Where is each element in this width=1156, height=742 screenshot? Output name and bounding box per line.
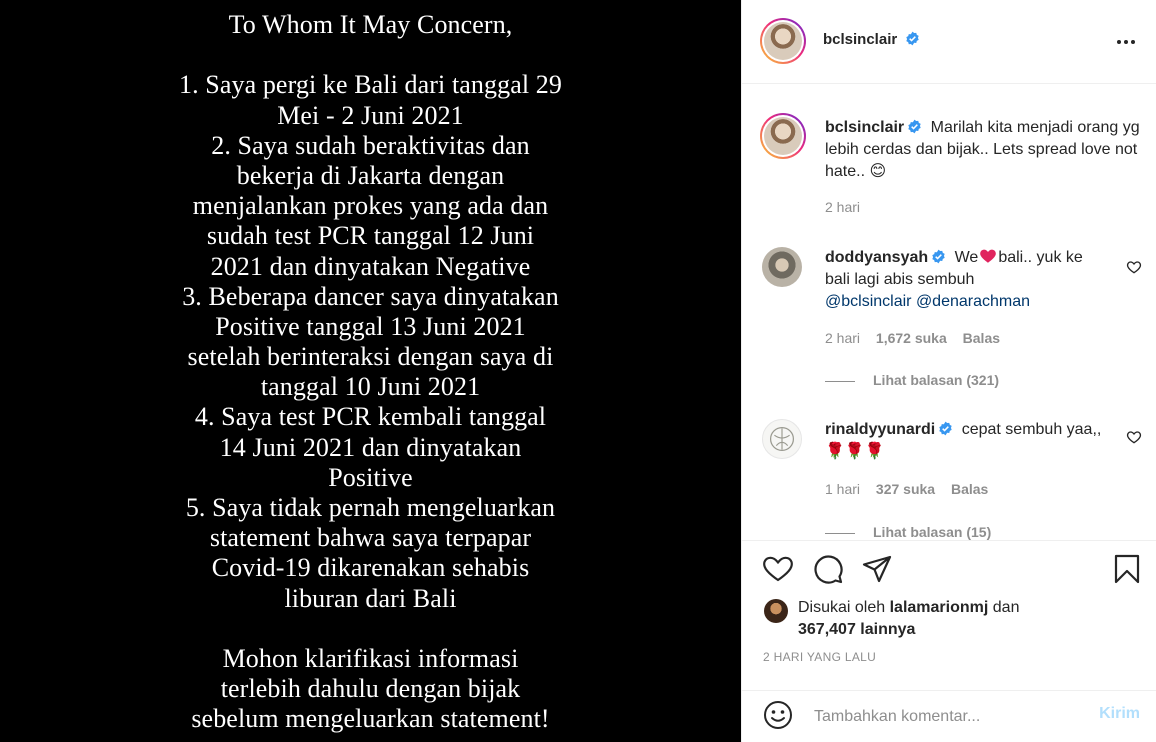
author-avatar[interactable]: [760, 18, 806, 64]
comment-meta: 1 hari 327 suka Balas: [825, 481, 1000, 497]
emoji-smiley-icon[interactable]: [762, 699, 794, 731]
post-image-text-line: Positive: [328, 462, 413, 492]
comments-list[interactable]: bclsinclair Marilah kita menjadi orang y…: [742, 85, 1156, 540]
comment-avatar[interactable]: [762, 247, 802, 287]
post-image-text-line: 2021 dan dinyatakan Negative: [210, 251, 531, 281]
post-image-text-line: [0, 40, 741, 70]
verified-badge-icon: [905, 31, 919, 46]
likes-summary: Disukai oleh lalamarionmj dan 367,407 la…: [798, 597, 1019, 641]
post-image-text-line: 14 Juni 2021 dan dinyatakan: [219, 432, 522, 462]
mention-link[interactable]: @bclsinclair: [825, 293, 911, 310]
post-image-text-line: tanggal 10 Juni 2021: [260, 372, 481, 402]
view-replies-label: Lihat balasan (15): [873, 524, 992, 540]
post-image-text-line: sebelum mengeluarkan statement!: [191, 704, 550, 734]
post-image-text-line: liburan dari Bali: [284, 583, 457, 613]
author-username[interactable]: bclsinclair: [823, 31, 897, 48]
caption-username[interactable]: bclsinclair: [825, 119, 904, 136]
comment-likes[interactable]: 327 suka: [876, 481, 935, 497]
red-heart-icon: [980, 249, 997, 263]
post-image-text-line: menjalankan prokes yang ada dan: [192, 191, 549, 221]
save-bookmark-icon[interactable]: [1111, 553, 1143, 585]
post-image-text-line: terlebih dahulu dengan bijak: [220, 674, 521, 704]
post-image-text-line: Mohon klarifikasi informasi: [222, 643, 519, 673]
likes-count[interactable]: 367,407 lainnya: [798, 621, 915, 638]
liker-avatar[interactable]: [764, 599, 788, 623]
comment-meta: 2 hari 1,672 suka Balas: [825, 330, 1012, 346]
emblem-icon: [769, 426, 795, 452]
comment-likes[interactable]: 1,672 suka: [876, 330, 947, 346]
verified-badge-icon: [908, 119, 921, 134]
post-image: To Whom It May Concern, 1. Saya pergi ke …: [0, 0, 741, 742]
post-comment-button[interactable]: Kirim: [1099, 705, 1140, 723]
like-heart-icon[interactable]: [762, 553, 794, 585]
post-image-text-line: 1. Saya pergi ke Bali dari tanggal 29: [178, 70, 562, 100]
post-image-text-line: statement bahwa saya terpapar: [209, 523, 532, 553]
post-image-text-line: sudah test PCR tanggal 12 Juni: [206, 221, 535, 251]
comment-username[interactable]: doddyansyah: [825, 249, 928, 266]
post-actions: Disukai oleh lalamarionmj dan 367,407 la…: [742, 540, 1156, 690]
like-comment-heart-icon[interactable]: [1126, 429, 1142, 445]
comment-input[interactable]: [812, 701, 1086, 733]
mention-link[interactable]: @denarachman: [916, 293, 1030, 310]
share-paper-plane-icon[interactable]: [861, 553, 893, 585]
view-replies-button[interactable]: Lihat balasan (321): [825, 372, 999, 388]
like-comment-heart-icon[interactable]: [1126, 259, 1142, 275]
view-replies-label: Lihat balasan (321): [873, 372, 1000, 388]
reply-button[interactable]: Balas: [951, 481, 988, 497]
reply-button[interactable]: Balas: [963, 330, 1000, 346]
post-image-text-line: setelah berinteraksi dengan saya di: [187, 342, 554, 372]
post-image-text-line: bekerja di Jakarta dengan: [236, 160, 505, 190]
post-image-text-line: 3. Beberapa dancer saya dinyatakan: [182, 281, 559, 311]
post-header: bclsinclair: [742, 0, 1156, 84]
comment-time[interactable]: 2 hari: [825, 330, 860, 346]
post-image-text-line: 2. Saya sudah beraktivitas dan: [211, 130, 530, 160]
caption-avatar[interactable]: [760, 113, 806, 159]
comment-bubble-icon[interactable]: [812, 553, 844, 585]
liker-username[interactable]: lalamarionmj: [890, 599, 989, 616]
comment-text-prefix: We: [954, 249, 979, 266]
comment-time[interactable]: 1 hari: [825, 481, 860, 497]
more-horizontal-icon[interactable]: [1114, 30, 1138, 54]
post-image-text-line: Mei - 2 Juni 2021: [277, 100, 464, 130]
caption-time[interactable]: 2 hari: [825, 199, 860, 215]
comment-username[interactable]: rinaldyyunardi: [825, 421, 935, 438]
post-date[interactable]: 2 HARI YANG LALU: [763, 650, 876, 664]
comment-avatar[interactable]: [762, 419, 802, 459]
verified-badge-icon: [939, 421, 952, 436]
likes-prefix: Disukai oleh: [798, 599, 886, 616]
post-image-text-line: Positive tanggal 13 Juni 2021: [215, 311, 526, 341]
post-image-text-line: To Whom It May Concern,: [228, 10, 513, 39]
post-image-text-line: [0, 614, 741, 644]
caption-meta: 2 hari: [825, 199, 872, 215]
post-side-panel: bclsinclair bclsinclair Marilah kita men…: [741, 0, 1156, 742]
post-image-text-line: 4. Saya test PCR kembali tanggal: [194, 402, 547, 432]
post-image-text: To Whom It May Concern, 1. Saya pergi ke …: [0, 10, 741, 735]
post-image-text-line: Covid-19 dikarenakan sehabis: [211, 553, 530, 583]
likes-conj: dan: [992, 599, 1020, 616]
add-comment-bar: Kirim: [742, 690, 1156, 742]
verified-badge-icon: [932, 249, 945, 264]
post-image-text-line: 5. Saya tidak pernah mengeluarkan: [185, 493, 556, 522]
view-replies-button[interactable]: Lihat balasan (15): [825, 524, 991, 540]
